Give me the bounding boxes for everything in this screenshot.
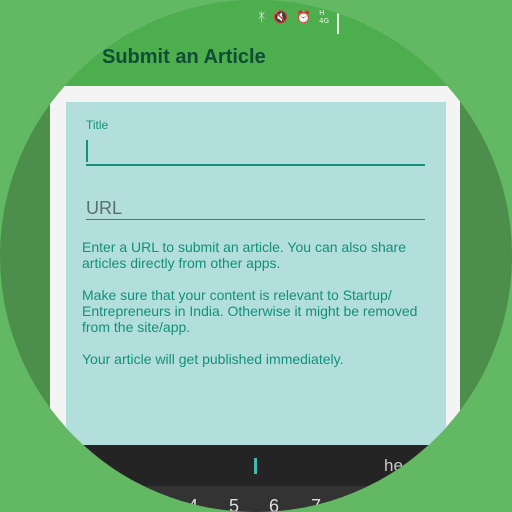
- url-field-underline: [86, 219, 425, 220]
- bluetooth-icon: ᛡ: [258, 10, 266, 24]
- network-icon: H 4G: [319, 9, 329, 25]
- help-paragraph-url: Enter a URL to submit an article. You ca…: [82, 239, 406, 271]
- help-paragraph-publish: Your article will get published immediat…: [82, 351, 344, 367]
- key-7[interactable]: 7: [311, 496, 321, 512]
- keyboard-number-row: [0, 486, 512, 512]
- url-field[interactable]: [86, 194, 425, 222]
- app-bar-title: Submit an Article: [102, 46, 266, 68]
- suggestion-right[interactable]: he: [384, 456, 403, 476]
- key-6[interactable]: 6: [269, 496, 279, 512]
- key-5[interactable]: 5: [229, 496, 239, 512]
- title-field-underline: [86, 164, 425, 166]
- title-field-label: Title: [86, 118, 109, 132]
- suggestion-left[interactable]: en: [86, 456, 105, 476]
- alarm-icon: ⏰: [296, 10, 312, 24]
- suggestion-cursor-icon[interactable]: [254, 458, 257, 474]
- title-field[interactable]: [86, 136, 425, 164]
- help-text: Enter a URL to submit an article. You ca…: [82, 239, 422, 383]
- key-4[interactable]: 4: [188, 496, 198, 512]
- status-bar: [0, 0, 512, 34]
- text-cursor: [86, 140, 88, 162]
- status-icons: ᛡ 🔇 ⏰ H 4G: [258, 9, 339, 36]
- mute-icon: 🔇: [273, 10, 289, 24]
- signal-icon: [337, 12, 339, 36]
- screen-circle: ᛡ 🔇 ⏰ H4G Submit an Article Title Enter …: [0, 0, 512, 512]
- help-paragraph-relevance: Make sure that your content is relevant …: [82, 287, 418, 335]
